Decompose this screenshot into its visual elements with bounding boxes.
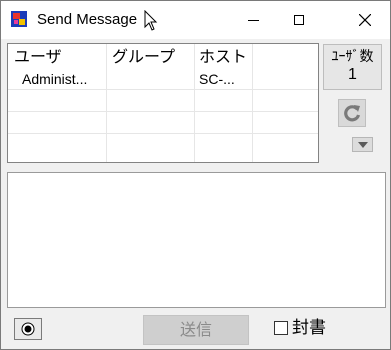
dropdown-arrow-icon — [357, 141, 368, 148]
seal-label[interactable]: 封書 — [292, 318, 326, 338]
column-header-user[interactable]: ユーザ — [14, 47, 62, 67]
cell-user: Administ... — [22, 71, 88, 87]
row-divider — [8, 133, 318, 134]
attach-button[interactable] — [14, 318, 42, 340]
column-header-group[interactable]: グループ — [112, 47, 175, 67]
options-dropdown-button[interactable] — [352, 137, 373, 152]
refresh-icon — [344, 105, 361, 122]
title-bar[interactable]: Send Message — [1, 1, 390, 39]
row-divider — [8, 89, 318, 90]
window-title: Send Message — [37, 11, 138, 28]
record-icon — [21, 322, 35, 336]
seal-checkbox[interactable] — [274, 321, 288, 335]
send-message-window: Send Message ユーザ グループ ホスト Administ... SC — [0, 0, 391, 350]
column-separator — [252, 44, 253, 162]
row-divider — [8, 111, 318, 112]
cell-host: SC-... — [199, 71, 235, 87]
maximize-icon — [294, 15, 304, 25]
refresh-button[interactable] — [338, 99, 366, 127]
user-count-value: 1 — [348, 66, 357, 83]
maximize-button[interactable] — [276, 1, 322, 39]
column-header-host[interactable]: ホスト — [199, 47, 247, 67]
send-button[interactable]: 送信 — [143, 315, 249, 345]
user-count-label: ﾕｰｻﾞ数 — [331, 49, 374, 65]
user-list[interactable]: ユーザ グループ ホスト Administ... SC-... — [7, 43, 319, 163]
message-input[interactable] — [7, 172, 386, 308]
column-separator — [194, 44, 195, 162]
user-count-panel: ﾕｰｻﾞ数 1 — [323, 44, 382, 90]
close-icon — [359, 14, 371, 26]
minimize-icon — [247, 19, 259, 21]
mouse-cursor-icon — [144, 10, 158, 31]
close-button[interactable] — [342, 1, 388, 39]
app-icon — [11, 11, 27, 27]
minimize-button[interactable] — [230, 1, 276, 39]
column-separator — [106, 44, 107, 162]
